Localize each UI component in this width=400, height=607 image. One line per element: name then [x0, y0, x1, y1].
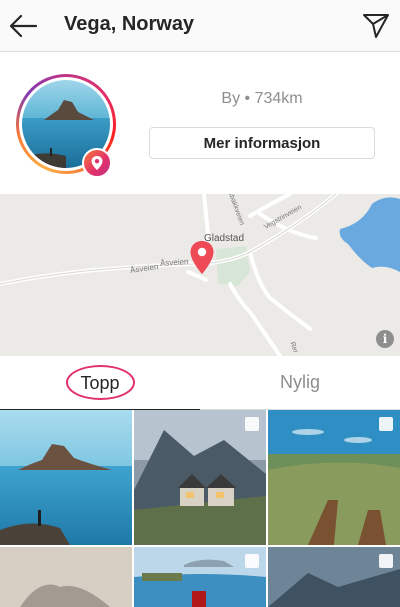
grid-photo[interactable] [0, 410, 132, 545]
multiple-photos-icon [244, 416, 260, 432]
location-map[interactable]: Gladstad Åsveien Åsveien Vegstrinveien R… [0, 194, 400, 356]
grid-photo[interactable] [268, 410, 400, 545]
tab-nylig[interactable]: Nylig [200, 356, 400, 410]
photo-grid [0, 410, 400, 607]
multiple-photos-icon [378, 416, 394, 432]
map-info-button[interactable]: i [376, 330, 394, 348]
tab-topp[interactable]: Topp [0, 356, 200, 410]
grid-photo[interactable] [0, 547, 132, 607]
highlight-circle [66, 365, 135, 400]
tab-nylig-label: Nylig [279, 372, 320, 392]
multiple-photos-icon [378, 553, 394, 569]
multiple-photos-icon [244, 553, 260, 569]
location-profile: By • 734km Mer informasjon [0, 52, 400, 194]
grid-photo[interactable] [134, 547, 266, 607]
more-info-button[interactable]: Mer informasjon [149, 127, 375, 159]
map-pin-icon [189, 240, 215, 276]
arrow-left-icon[interactable] [8, 12, 38, 40]
top-bar: Vega, Norway [0, 0, 400, 52]
location-pin-icon [82, 148, 112, 178]
feed-tabs: Topp Nylig [0, 356, 400, 410]
grid-photo[interactable] [268, 547, 400, 607]
location-meta: By • 734km [221, 90, 303, 107]
grid-photo[interactable] [134, 410, 266, 545]
page-title: Vega, Norway [64, 13, 195, 35]
paper-plane-icon[interactable] [362, 11, 390, 39]
